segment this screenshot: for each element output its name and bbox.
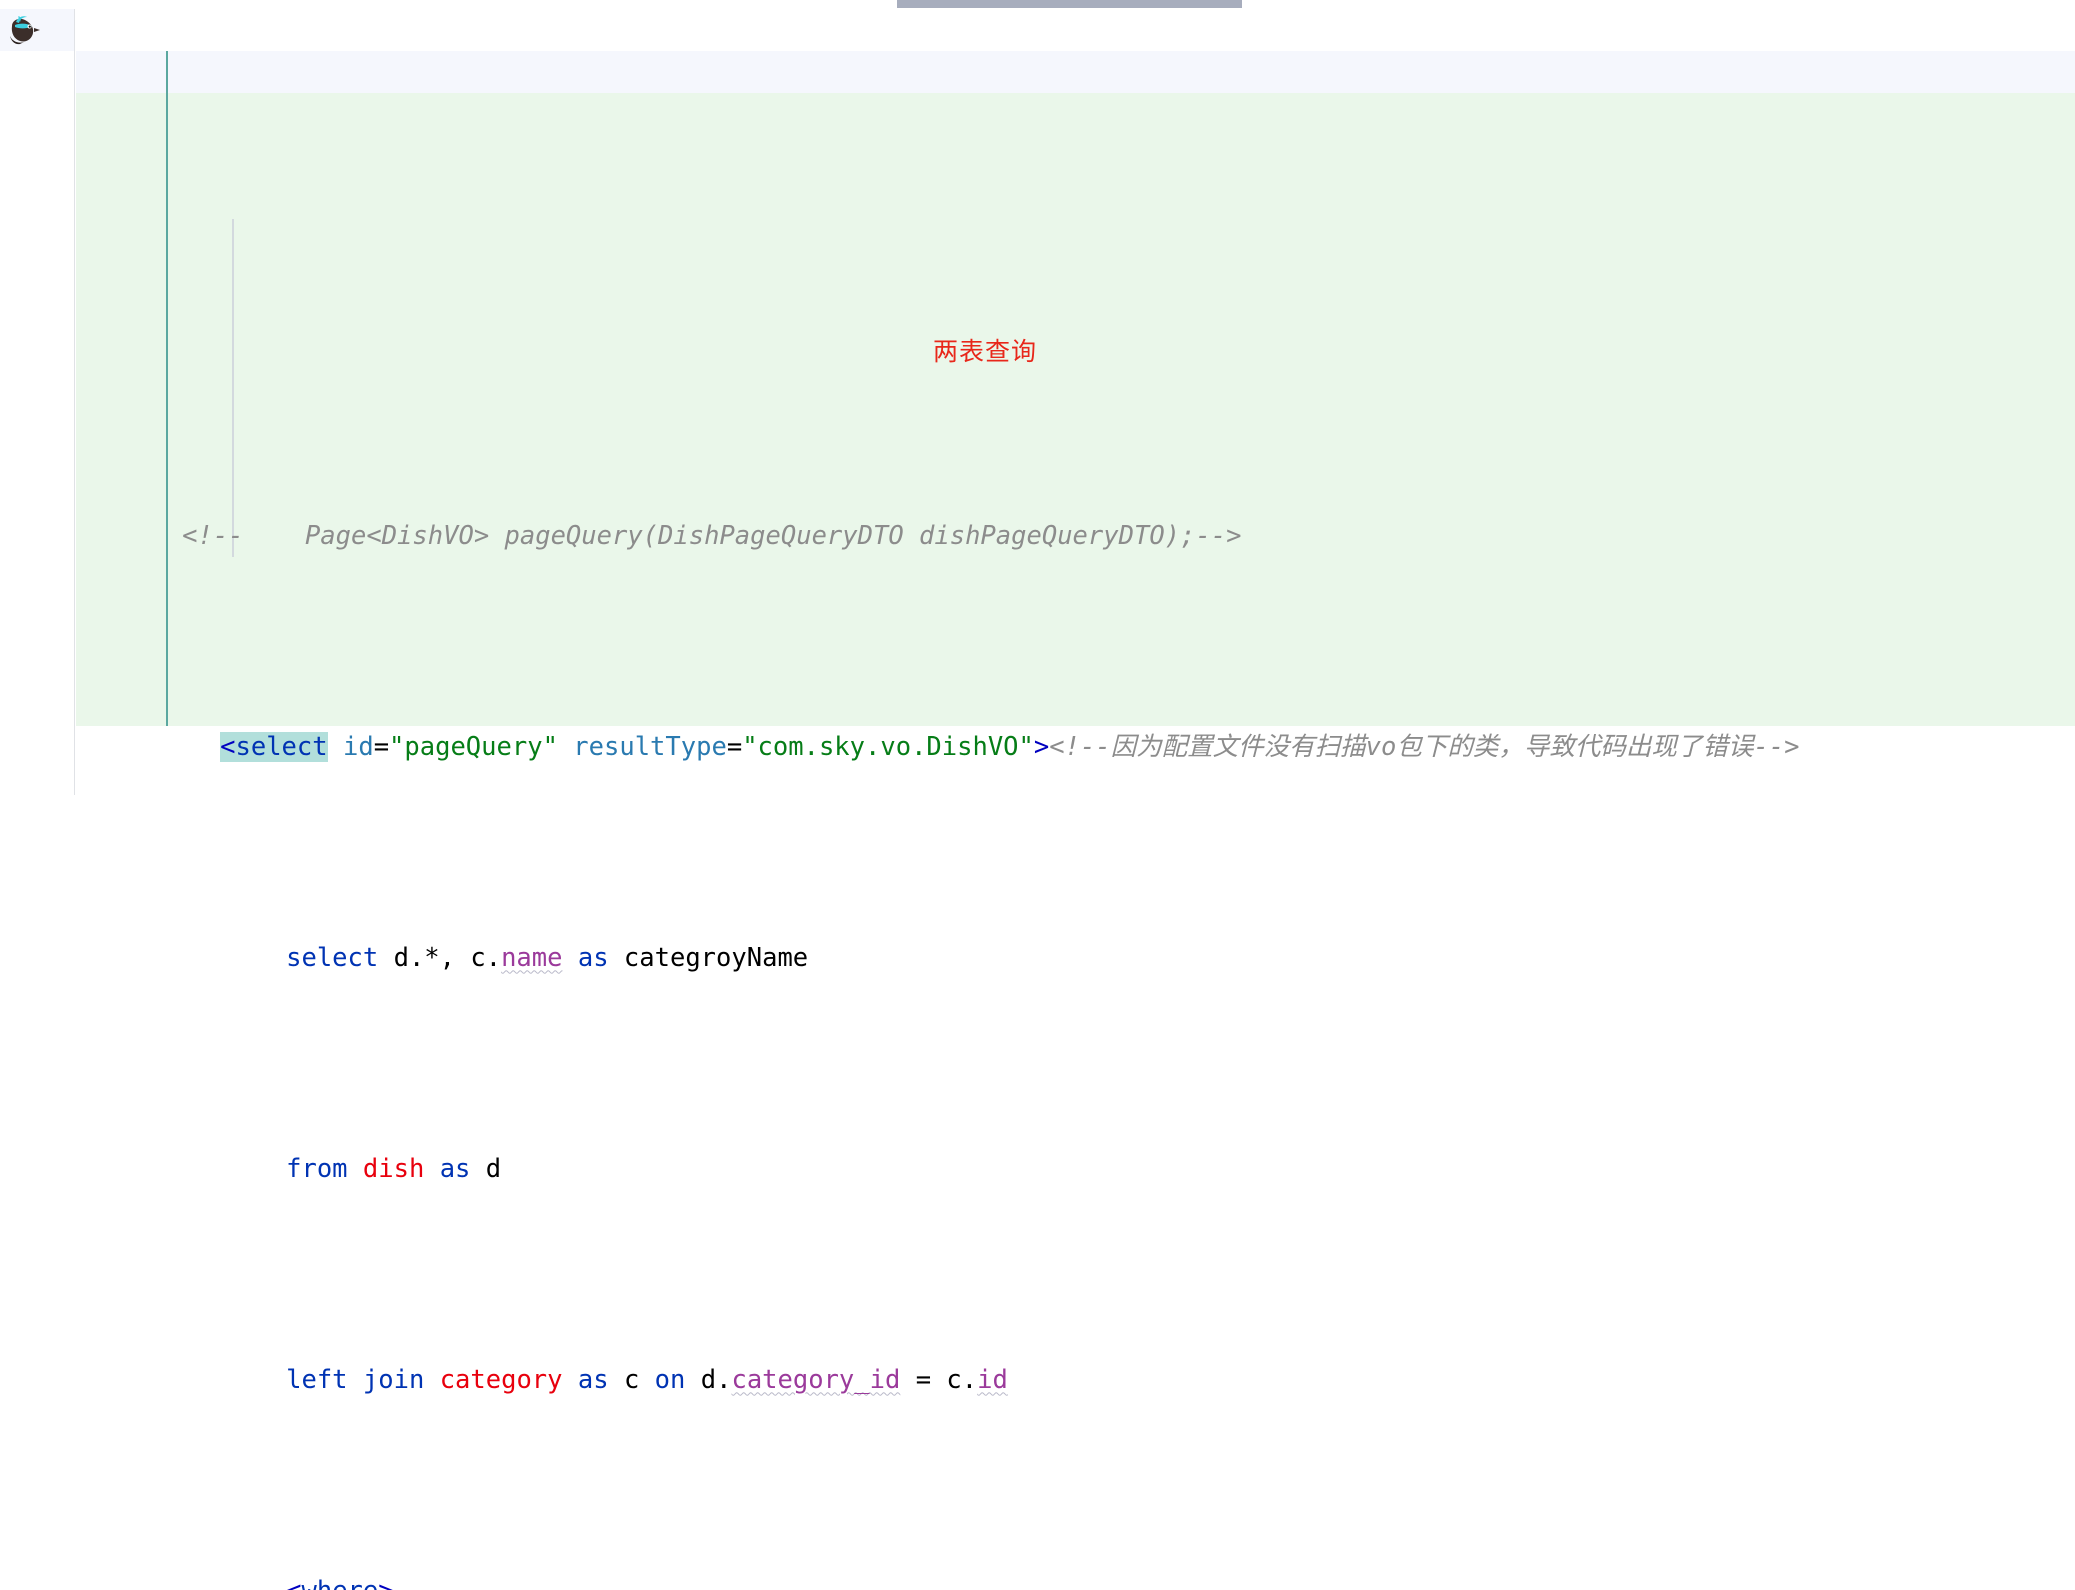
column-alias: categroyName	[623, 943, 809, 974]
sql-keyword-from: from	[286, 1154, 348, 1185]
table-qualifier: d.	[700, 1365, 732, 1396]
editor-gutter[interactable]	[0, 9, 75, 795]
equals-sign: =	[726, 732, 743, 763]
table-alias: c	[623, 1365, 640, 1396]
attribute-value-id: "pageQuery"	[389, 732, 558, 763]
code-line[interactable]: from dish as d	[76, 1106, 2075, 1184]
sql-keyword-select: select	[286, 943, 379, 974]
sql-keyword-join: join	[362, 1365, 425, 1396]
horizontal-scrollbar-track[interactable]	[0, 0, 2075, 9]
sql-keyword-as: as	[577, 1365, 609, 1396]
column-name: name	[501, 943, 563, 974]
tag-bracket: >	[378, 1576, 393, 1590]
column-list: d.*, c.	[378, 943, 502, 974]
code-line[interactable]: left join category as c on d.category_id…	[76, 1317, 2075, 1395]
tag-name: select	[235, 732, 328, 763]
sql-keyword-left: left	[286, 1365, 348, 1396]
code-editor[interactable]: <!-- Page<DishVO> pageQuery(DishPageQuer…	[0, 0, 2075, 1590]
sql-keyword-as: as	[439, 1154, 471, 1185]
annotation-note: 两表查询	[933, 337, 1038, 366]
where-open-tag[interactable]: <where>	[286, 1576, 394, 1590]
tag-name: where	[301, 1576, 378, 1590]
sql-keyword-as: as	[562, 943, 624, 974]
code-line[interactable]: <select id="pageQuery" resultType="com.s…	[76, 684, 2075, 763]
tag-bracket: <	[286, 1576, 301, 1590]
select-open-tag[interactable]: <select	[220, 732, 328, 763]
code-block-background	[76, 51, 2075, 727]
table-qualifier: c.	[946, 1365, 978, 1396]
mybatis-bird-icon[interactable]	[7, 14, 41, 46]
indent-guide-active	[166, 51, 168, 726]
inline-comment-text: <!--因为配置文件没有扫描vo包下的类，导致代码出现了错误-->	[1049, 732, 1800, 763]
code-line[interactable]: select d.*, c.name as categroyName	[76, 895, 2075, 973]
comment-text: <!-- Page<DishVO> pageQuery(DishPageQuer…	[182, 521, 1242, 552]
code-content[interactable]: <!-- Page<DishVO> pageQuery(DishPageQuer…	[76, 9, 2075, 1590]
code-line[interactable]: <!-- Page<DishVO> pageQuery(DishPageQuer…	[76, 473, 2075, 551]
attribute-name-id: id	[342, 732, 374, 763]
equals-sign: =	[373, 732, 390, 763]
attribute-value-resulttype: "com.sky.vo.DishVO"	[742, 732, 1034, 763]
sql-keyword-on: on	[654, 1365, 686, 1396]
code-line[interactable]: <where>	[76, 1528, 2075, 1590]
equals-sign: =	[900, 1365, 947, 1396]
tag-bracket: >	[1033, 732, 1050, 763]
table-alias: d	[485, 1154, 502, 1185]
column-name-category-id: category_id	[731, 1365, 901, 1396]
table-name-category: category	[439, 1365, 563, 1396]
horizontal-scrollbar-thumb[interactable]	[897, 0, 1242, 8]
column-name-id: id	[977, 1365, 1008, 1396]
tag-bracket: <	[220, 732, 236, 763]
caret-line-highlight	[76, 51, 2075, 94]
attribute-name-resulttype: resultType	[573, 732, 727, 763]
table-name-dish: dish	[362, 1154, 425, 1185]
